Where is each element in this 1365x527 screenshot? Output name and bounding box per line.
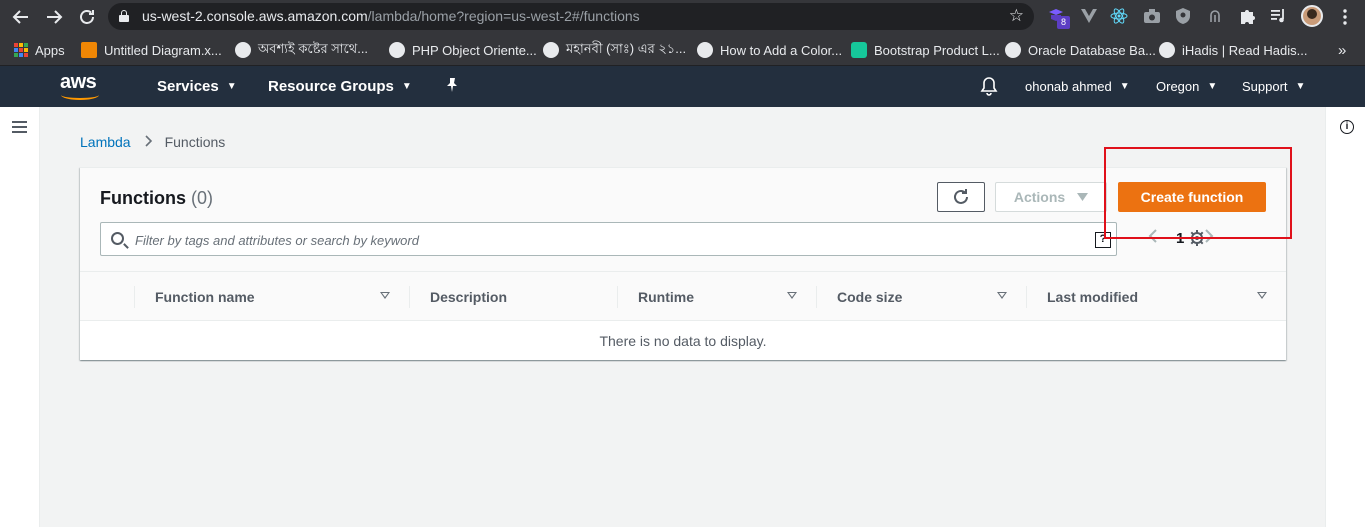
bookmark-label: Oracle Database Ba... [1028, 42, 1156, 58]
profile-avatar[interactable] [1301, 5, 1323, 27]
address-bar[interactable]: us-west-2.console.aws.amazon.com/lambda/… [108, 3, 1034, 30]
forward-arrow-icon[interactable] [42, 5, 66, 29]
media-queue-icon[interactable] [1269, 6, 1289, 26]
chevron-down-icon: ▼ [1295, 81, 1306, 92]
bookmark-oracle[interactable]: Oracle Database Ba... [1005, 41, 1156, 59]
globe-icon [1005, 42, 1021, 58]
column-divider [409, 286, 410, 308]
wordpress-icon [389, 42, 405, 58]
globe-icon [543, 42, 559, 58]
breadcrumb-current: Functions [164, 134, 226, 150]
column-header-runtime[interactable]: Runtime [638, 272, 694, 321]
pin-icon[interactable] [444, 77, 460, 98]
resource-groups-menu[interactable]: Resource Groups ▼ [268, 78, 412, 96]
info-icon[interactable]: i [1340, 120, 1354, 134]
puzzle-extensions-icon[interactable] [1237, 6, 1257, 26]
bookmark-star-icon[interactable]: ☆ [1009, 6, 1024, 26]
reload-icon[interactable] [75, 5, 99, 29]
actions-dropdown[interactable]: Actions [995, 182, 1107, 212]
react-devtools-icon[interactable] [1109, 6, 1129, 26]
column-divider [816, 286, 817, 308]
camera-icon[interactable] [1142, 6, 1162, 26]
chevron-right-icon [145, 134, 153, 150]
refresh-icon [954, 189, 968, 204]
bookmark-label: অবশ্যই কষ্টের সাথে... [258, 40, 369, 56]
bookmark-label: PHP Object Oriente... [412, 42, 537, 58]
bookmark-label: iHadis | Read Hadis... [1182, 42, 1308, 58]
aws-smile-icon [61, 90, 99, 100]
chevron-down-icon: ▼ [1119, 81, 1130, 92]
bootstrap-icon [851, 42, 867, 58]
sort-icon[interactable] [787, 292, 797, 299]
chevron-down-icon: ▼ [401, 81, 412, 92]
bookmark-label: মহানবী (সাঃ) এর ২১... [566, 40, 687, 56]
bookmark-bootstrap[interactable]: Bootstrap Product L... [851, 41, 1000, 59]
lock-icon [119, 10, 129, 22]
globe-icon [235, 42, 251, 58]
more-menu-icon[interactable] [1333, 5, 1357, 29]
column-divider [617, 286, 618, 308]
chevron-down-icon: ▼ [226, 81, 237, 92]
apps-grid-icon [14, 43, 28, 57]
aws-navbar: aws Services ▼ Resource Groups ▼ ohonab ah… [0, 66, 1365, 107]
column-header-description[interactable]: Description [430, 272, 507, 321]
filter-input[interactable] [135, 231, 1075, 249]
column-header-code-size[interactable]: Code size [837, 272, 902, 321]
browser-toolbar: us-west-2.console.aws.amazon.com/lambda/… [0, 0, 1365, 34]
function-count: (0) [191, 188, 214, 208]
bookmark-php[interactable]: PHP Object Oriente... [389, 41, 537, 59]
column-header-last-modified[interactable]: Last modified [1047, 272, 1138, 321]
refresh-button[interactable] [937, 182, 985, 212]
bookmark-label: Bootstrap Product L... [874, 42, 1000, 58]
left-navigation-rail [0, 107, 40, 527]
support-menu[interactable]: Support ▼ [1242, 79, 1305, 95]
aws-logo[interactable]: aws [58, 72, 104, 100]
drawio-icon [81, 42, 97, 58]
highlight-annotation-box [1104, 147, 1292, 239]
globe-icon [1159, 42, 1175, 58]
filter-search-box: ? [100, 222, 1117, 256]
search-icon [111, 232, 124, 245]
panel-title: Functions (0) [100, 188, 214, 208]
shield-icon[interactable] [1173, 6, 1193, 26]
extension-badge: 8 [1057, 16, 1070, 29]
table-header: Function name Description Runtime Code s… [80, 272, 1286, 321]
region-menu[interactable]: Oregon ▼ [1156, 79, 1217, 95]
sort-icon[interactable] [380, 292, 390, 299]
back-arrow-icon[interactable] [9, 5, 33, 29]
bookmarks-bar: Apps Untitled Diagram.x... অবশ্যই কষ্টের… [0, 34, 1365, 66]
right-help-rail: i [1325, 107, 1365, 527]
column-divider [1026, 286, 1027, 308]
fingerprint-icon[interactable] [1205, 6, 1225, 26]
column-header-function-name[interactable]: Function name [155, 272, 255, 321]
bookmark-untitled-diagram[interactable]: Untitled Diagram.x... [81, 41, 222, 59]
bookmarks-overflow-button[interactable]: » [1338, 41, 1346, 59]
bookmark-apps[interactable]: Apps [14, 41, 65, 59]
bookmark-label: Untitled Diagram.x... [104, 42, 222, 58]
sort-icon[interactable] [1257, 292, 1267, 299]
services-menu[interactable]: Services ▼ [157, 78, 237, 96]
bookmark-ihadis[interactable]: iHadis | Read Hadis... [1159, 41, 1308, 59]
chevron-down-icon: ▼ [1207, 81, 1218, 92]
menu-icon[interactable] [12, 121, 27, 133]
bell-icon[interactable] [980, 76, 998, 96]
breadcrumb: Lambda Functions [80, 134, 225, 150]
vue-devtools-icon[interactable] [1079, 6, 1099, 26]
column-divider [134, 286, 135, 308]
bookmark-add-color[interactable]: How to Add a Color... [697, 41, 842, 59]
sort-icon[interactable] [997, 292, 1007, 299]
url-text: us-west-2.console.aws.amazon.com/lambda/… [142, 8, 640, 24]
bookmark-bangla-1[interactable]: অবশ্যই কষ্টের সাথে... [235, 41, 368, 59]
breadcrumb-lambda-link[interactable]: Lambda [80, 134, 131, 150]
bookmark-label: Apps [35, 42, 65, 58]
bookmark-bangla-2[interactable]: মহানবী (সাঃ) এর ২১... [543, 41, 686, 59]
caret-down-icon [1077, 193, 1089, 201]
globe-icon [697, 42, 713, 58]
empty-state-message: There is no data to display. [599, 333, 767, 349]
account-menu[interactable]: ohonab ahmed ▼ [1025, 79, 1130, 95]
bookmark-label: How to Add a Color... [720, 42, 843, 58]
